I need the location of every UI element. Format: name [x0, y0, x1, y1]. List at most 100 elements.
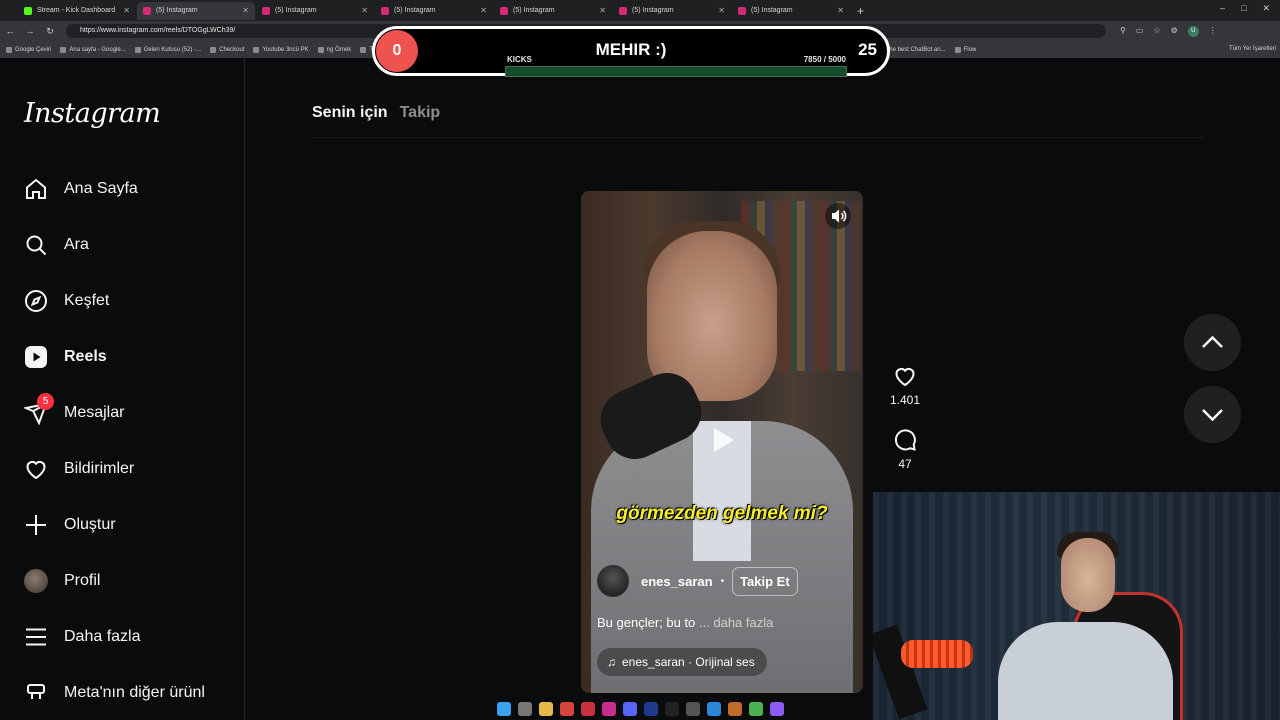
- sidebar-item-home[interactable]: Ana Sayfa: [24, 174, 138, 204]
- minimize-icon[interactable]: –: [1220, 3, 1225, 14]
- caption-text: Bu gençler; bu to: [597, 615, 696, 630]
- close-window-icon[interactable]: ✕: [1262, 3, 1270, 14]
- file-explorer-icon[interactable]: [538, 702, 553, 716]
- tab-label: (5) Instagram: [632, 7, 674, 14]
- kick-right-count: 25: [858, 40, 877, 59]
- browser-tab[interactable]: (5) Instagram ✕: [494, 2, 612, 20]
- windows-start-icon[interactable]: [496, 702, 511, 716]
- zoom-icon[interactable]: ⚲: [1120, 26, 1126, 37]
- sidebar-item-create[interactable]: Oluştur: [24, 510, 116, 540]
- comment-count: 47: [898, 457, 912, 471]
- bookmark-item[interactable]: ng Örnek: [317, 46, 352, 53]
- sidebar-item-explore[interactable]: Keşfet: [24, 286, 109, 316]
- bookmark-label: ng Örnek: [326, 46, 352, 53]
- tab-close-icon[interactable]: ✕: [599, 6, 606, 15]
- tab-close-icon[interactable]: ✕: [480, 6, 487, 15]
- follow-button[interactable]: Takip Et: [732, 566, 798, 596]
- all-bookmarks[interactable]: Tüm Yer İşaretleri: [1229, 46, 1276, 52]
- sidebar-item-reels[interactable]: Reels: [24, 342, 107, 372]
- tab-for-you[interactable]: Senin için: [312, 104, 388, 122]
- previous-reel-button[interactable]: [1184, 314, 1241, 371]
- browser-tab-bar: Stream - Kick Dashboard ✕ (5) Instagram ✕ (5…: [0, 0, 1280, 21]
- tab-favicon-icon: [143, 6, 151, 15]
- bookmark-star-icon[interactable]: ☆: [1153, 26, 1160, 37]
- reel-video[interactable]: görmezden gelmek mi? enes_saran • Takip …: [581, 191, 863, 693]
- sidebar-item-more[interactable]: Daha fazla: [24, 622, 141, 652]
- bookmark-label: The best ChatBot an...: [885, 46, 946, 53]
- extensions-icon[interactable]: ⚙: [1171, 26, 1178, 37]
- volume-icon[interactable]: [825, 203, 851, 229]
- caption-more-link[interactable]: ... daha fazla: [699, 615, 773, 630]
- opera-icon[interactable]: [580, 702, 595, 716]
- browser-tab[interactable]: (5) Instagram ✕: [375, 2, 493, 20]
- app-icon[interactable]: [727, 702, 742, 716]
- tab-close-icon[interactable]: ✕: [242, 6, 249, 15]
- next-reel-button[interactable]: [1184, 386, 1241, 443]
- instagram-logo[interactable]: Instagram: [24, 98, 161, 129]
- tab-following[interactable]: Takip: [400, 104, 441, 122]
- instagram-app-icon[interactable]: [601, 702, 616, 716]
- address-bar-actions: ⚲ ▭ ☆ ⚙ U ⋮: [1120, 25, 1217, 37]
- audio-label: enes_saran · Orijinal ses: [622, 655, 755, 669]
- reel-author-row: enes_saran • Takip Et: [597, 565, 798, 597]
- capcut-icon[interactable]: [685, 702, 700, 716]
- tiktok-icon[interactable]: [664, 702, 679, 716]
- chrome-icon[interactable]: [559, 702, 574, 716]
- reload-icon[interactable]: ↻: [40, 26, 60, 37]
- profile-avatar[interactable]: U: [1187, 25, 1199, 37]
- forward-icon[interactable]: →: [20, 26, 40, 36]
- browser-tab[interactable]: (5) Instagram ✕: [613, 2, 731, 20]
- task-view-icon[interactable]: [517, 702, 532, 716]
- author-name[interactable]: enes_saran: [641, 574, 713, 589]
- compass-icon: [24, 289, 48, 313]
- browser-tab[interactable]: (5) Instagram ✕: [256, 2, 374, 20]
- tab-close-icon[interactable]: ✕: [837, 6, 844, 15]
- music-note-icon: ♫: [607, 655, 616, 669]
- sidebar-item-search[interactable]: Ara: [24, 230, 89, 260]
- sidebar-item-label: Bildirimler: [64, 460, 135, 477]
- tab-label: (5) Instagram: [394, 7, 436, 14]
- tab-favicon-icon: [24, 6, 32, 15]
- photoshop-icon[interactable]: [643, 702, 658, 716]
- bookmark-item[interactable]: Youtube 3ncü PK: [253, 46, 309, 53]
- sidebar-item-label: Oluştur: [64, 516, 116, 533]
- kick-progress-bar: [505, 66, 847, 77]
- sidebar-item-label: Ara: [64, 236, 89, 253]
- sidebar-item-profile[interactable]: Profil: [24, 566, 100, 596]
- tab-close-icon[interactable]: ✕: [123, 6, 130, 15]
- like-action[interactable]: 1.401: [888, 364, 922, 407]
- audio-pill[interactable]: ♫ enes_saran · Orijinal ses: [597, 648, 767, 676]
- bookmark-item[interactable]: Google Çeviri: [6, 46, 51, 53]
- home-icon: [24, 177, 48, 201]
- browser-tab[interactable]: Stream - Kick Dashboard ✕: [18, 2, 136, 20]
- kebab-menu-icon[interactable]: ⋮: [1209, 26, 1217, 37]
- tab-label: (5) Instagram: [513, 7, 555, 14]
- bookmark-label: Flow: [963, 46, 977, 53]
- discord-icon[interactable]: [622, 702, 637, 716]
- maximize-icon[interactable]: □: [1241, 3, 1246, 14]
- cast-icon[interactable]: ▭: [1136, 26, 1144, 37]
- author-avatar[interactable]: [597, 565, 629, 597]
- edge-icon[interactable]: [706, 702, 721, 716]
- bookmark-item[interactable]: Checkout: [210, 46, 244, 53]
- tab-close-icon[interactable]: ✕: [718, 6, 725, 15]
- bookmark-item[interactable]: Gelen Kutusu (52) -...: [134, 46, 201, 53]
- browser-tab[interactable]: (5) Instagram ✕: [732, 2, 850, 20]
- chrome-alt-icon[interactable]: [748, 702, 763, 716]
- kick-label: KICKS: [507, 55, 532, 64]
- browser-tab[interactable]: (5) Instagram ✕: [137, 1, 255, 20]
- sidebar-item-notifications[interactable]: Bildirimler: [24, 454, 134, 484]
- bookmark-item[interactable]: Ana sayfa - Google...: [60, 46, 126, 53]
- separator-dot: •: [720, 575, 725, 587]
- obs-icon[interactable]: [769, 702, 784, 716]
- comment-action[interactable]: 47: [888, 428, 922, 471]
- new-tab-button[interactable]: +: [857, 4, 864, 18]
- sidebar-item-meta[interactable]: Meta'nın diğer ürünl: [24, 678, 205, 708]
- sidebar-item-messages[interactable]: 5 Mesajlar: [22, 393, 124, 428]
- webcam-microphone: [901, 640, 973, 668]
- bookmark-item[interactable]: Flow: [954, 46, 977, 53]
- messenger-icon: 5: [22, 393, 54, 426]
- tab-close-icon[interactable]: ✕: [361, 6, 368, 15]
- play-icon[interactable]: [705, 423, 739, 457]
- back-icon[interactable]: ←: [0, 26, 20, 36]
